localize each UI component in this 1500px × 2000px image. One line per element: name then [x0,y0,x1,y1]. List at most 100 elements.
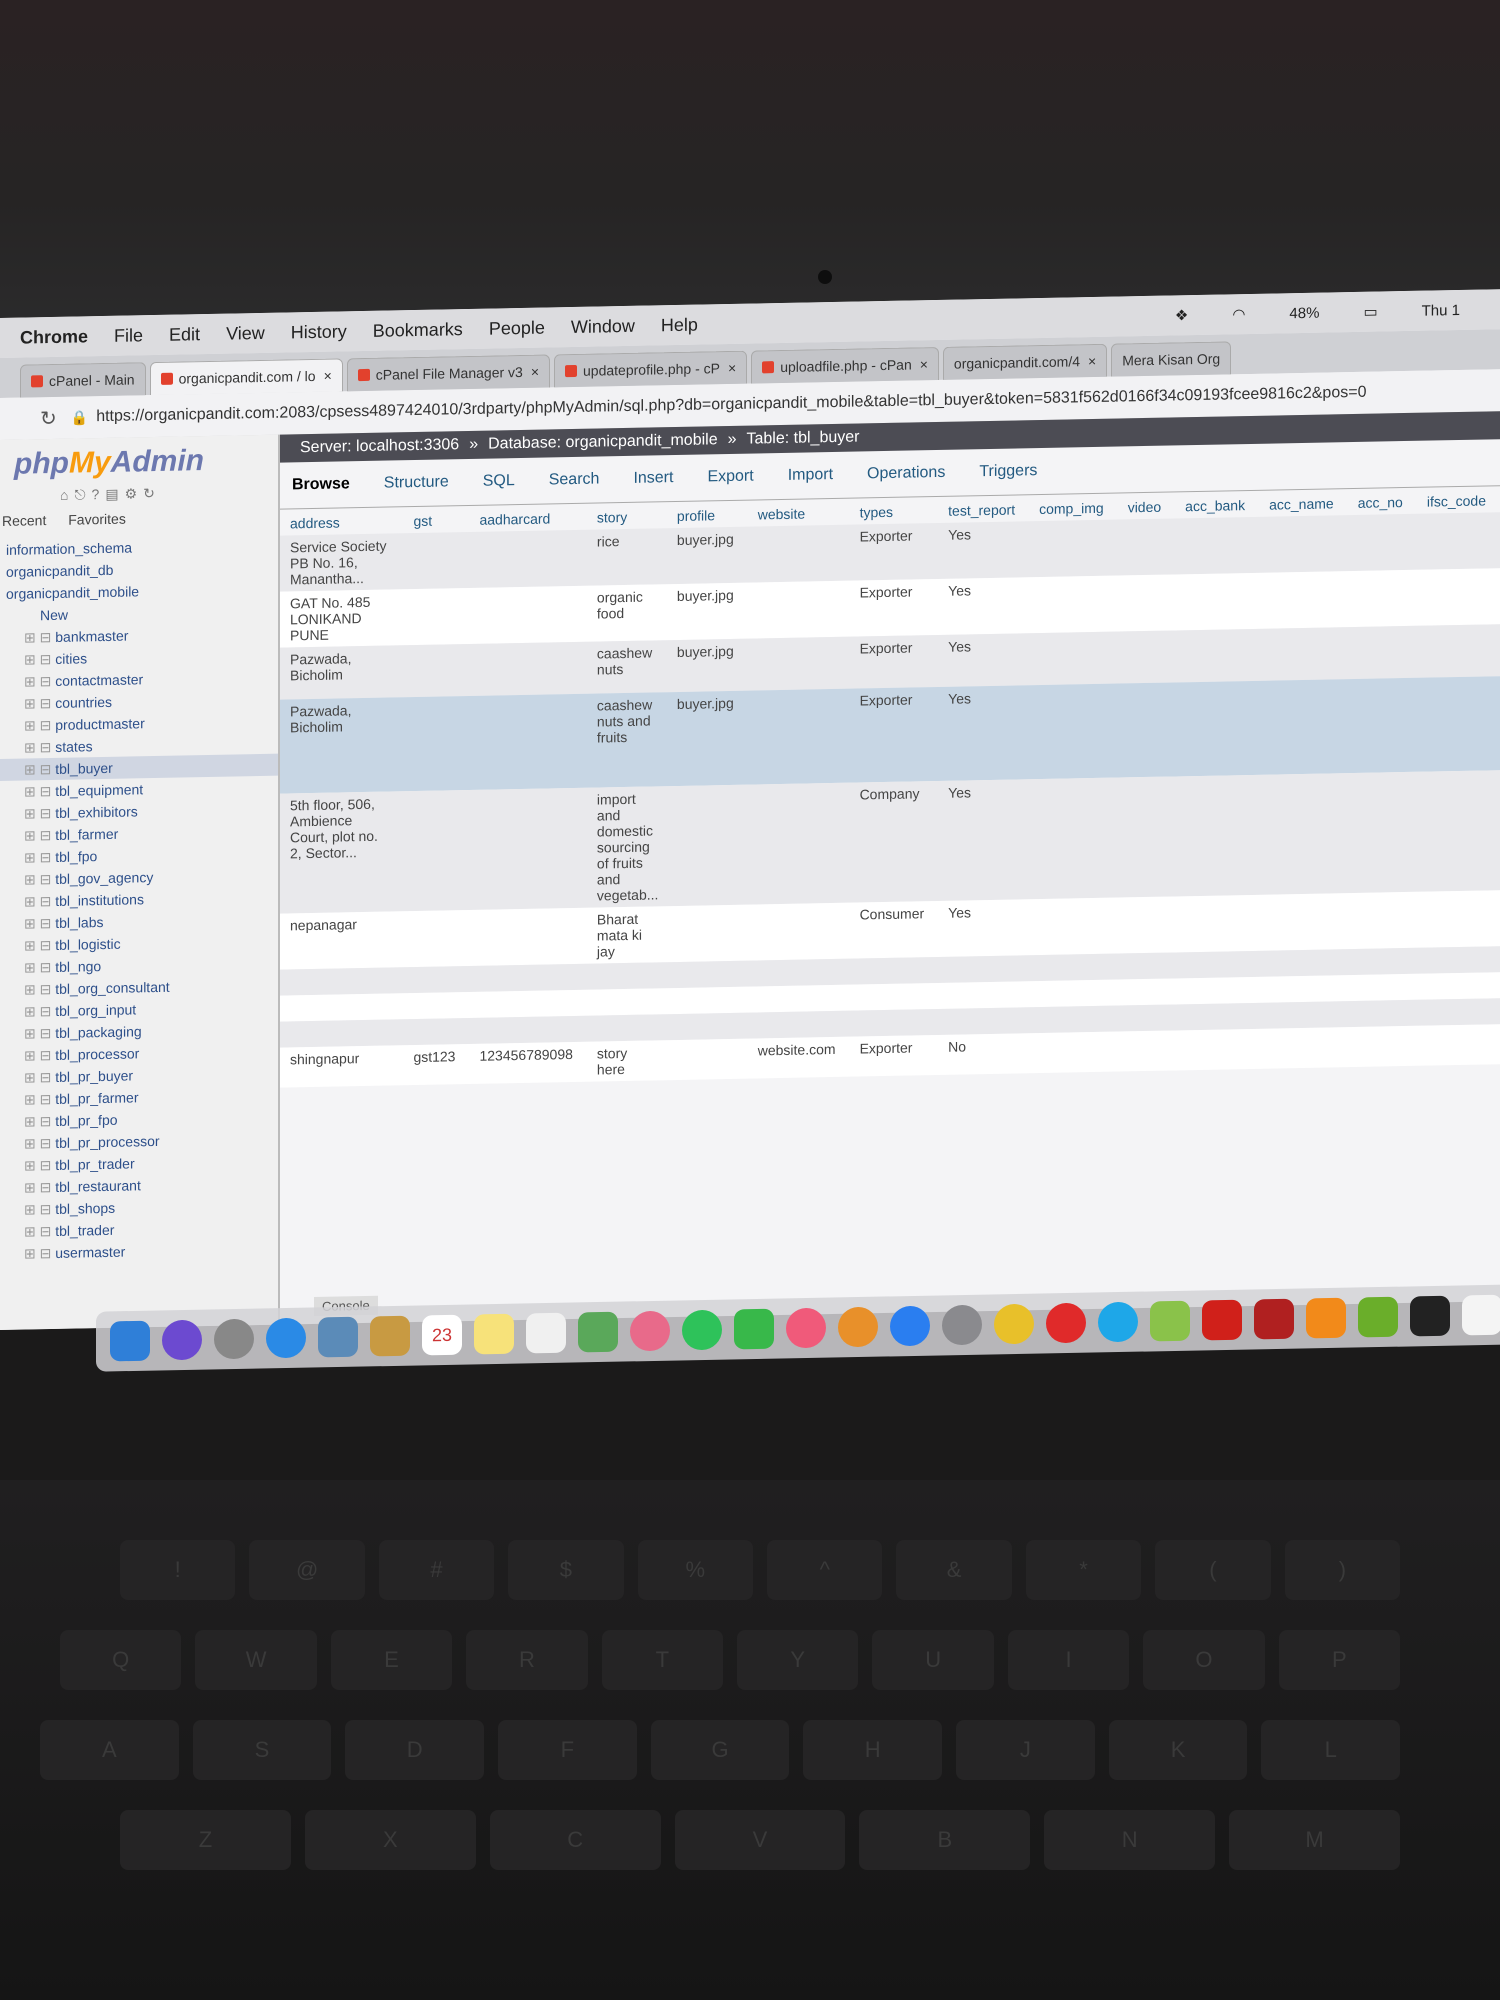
folder-icon[interactable] [370,1315,410,1357]
key[interactable]: F [498,1720,637,1780]
column-header-video[interactable]: video [1118,492,1175,519]
phpmyadmin-logo[interactable]: phpMyAdmin [0,443,278,482]
menu-window[interactable]: Window [571,315,635,337]
breadcrumb-table[interactable]: Table: tbl_buyer [747,428,860,448]
dropbox-icon[interactable]: ❖ [1175,306,1188,324]
key[interactable]: I [1007,1630,1130,1690]
reload-icon[interactable]: ↻ [40,405,57,430]
finder-icon[interactable] [110,1320,150,1362]
help-icon[interactable]: ? [92,486,100,503]
column-header-acc-no[interactable]: acc_no [1348,488,1417,515]
books-icon[interactable] [838,1306,878,1348]
close-icon[interactable]: × [324,368,332,384]
menu-chrome[interactable]: Chrome [20,326,88,348]
settings-icon[interactable]: ⚙ [125,485,138,502]
close-icon[interactable]: × [920,356,928,372]
key[interactable]: B [859,1810,1031,1870]
tab-phpmyadmin[interactable]: organicpandit.com / lo × [149,358,343,396]
key[interactable]: % [637,1540,754,1600]
key[interactable]: ! [120,1540,236,1600]
sidebar-item-usermaster[interactable]: usermaster [0,1238,278,1265]
battery-icon[interactable]: ▭ [1363,303,1377,321]
key[interactable]: & [896,1540,1012,1600]
key[interactable]: N [1044,1810,1216,1870]
close-icon[interactable]: × [1088,353,1096,369]
tab-mera-kisan[interactable]: Mera Kisan Org [1111,341,1232,377]
column-header-gst[interactable]: gst [403,506,469,533]
wifi-icon[interactable]: ◠ [1232,305,1245,323]
key[interactable]: J [956,1720,1095,1780]
battery-percent[interactable]: 48% [1289,304,1319,322]
key[interactable]: R [466,1630,588,1690]
favorites-tab[interactable]: Favorites [68,511,126,528]
breadcrumb-database[interactable]: Database: organicpandit_mobile [488,431,717,453]
column-header-website[interactable]: website [748,499,850,527]
column-header-ifsc-code[interactable]: ifsc_code [1417,486,1500,514]
column-header-test-report[interactable]: test_report [938,495,1029,523]
calendar-icon[interactable]: 23 [422,1314,462,1356]
tab-sql[interactable]: SQL [483,472,515,491]
textedit-icon[interactable] [526,1312,566,1354]
key[interactable]: H [803,1720,943,1780]
tab-export[interactable]: Export [707,468,753,487]
vlc-icon[interactable] [1306,1297,1346,1339]
tab-operations[interactable]: Operations [867,464,945,484]
key[interactable]: S [192,1720,332,1780]
utorrent-icon[interactable] [1358,1296,1398,1338]
column-header-types[interactable]: types [850,497,939,525]
tab-browse[interactable]: Browse [292,475,350,494]
tab-search[interactable]: Search [549,470,600,489]
lock-icon[interactable]: 🔒 [71,409,88,426]
key[interactable]: # [378,1540,495,1600]
safari-icon[interactable] [266,1317,306,1359]
tab-structure[interactable]: Structure [384,473,449,492]
close-icon[interactable]: × [728,360,736,376]
key[interactable]: V [674,1810,846,1870]
siri-icon[interactable] [162,1319,202,1361]
photos-icon[interactable] [630,1310,670,1352]
key[interactable]: @ [249,1540,365,1600]
launchpad-icon[interactable] [214,1318,254,1360]
menu-file[interactable]: File [114,325,143,347]
tab-cpanel-main[interactable]: cPanel - Main [20,362,146,398]
filezilla-icon[interactable] [1254,1298,1294,1340]
column-header-acc-bank[interactable]: acc_bank [1175,491,1259,519]
key[interactable]: ^ [767,1540,883,1600]
refresh-icon[interactable]: ↻ [143,485,155,502]
menu-help[interactable]: Help [661,314,698,336]
key[interactable]: ) [1284,1540,1401,1600]
menu-edit[interactable]: Edit [169,324,200,346]
key[interactable]: ( [1155,1540,1271,1600]
android-icon[interactable] [1150,1300,1190,1342]
menu-view[interactable]: View [226,322,265,344]
notes-icon[interactable] [474,1313,514,1355]
key[interactable]: G [650,1720,790,1780]
preview-icon[interactable] [318,1316,358,1358]
chrome-icon[interactable] [994,1303,1034,1345]
key[interactable]: Q [60,1630,182,1690]
settings-icon[interactable] [942,1304,982,1346]
key[interactable]: * [1025,1540,1142,1600]
clock[interactable]: Thu 1 [1422,301,1460,319]
column-header-story[interactable]: story [587,502,667,530]
music-icon[interactable] [786,1307,826,1349]
menu-bookmarks[interactable]: Bookmarks [373,319,463,342]
key[interactable]: O [1143,1630,1265,1690]
appstore-icon[interactable] [890,1305,930,1347]
key[interactable]: Z [120,1810,291,1870]
column-header-comp-img[interactable]: comp_img [1029,494,1118,522]
key[interactable]: U [872,1630,994,1690]
key[interactable]: Y [737,1630,859,1690]
tab-insert[interactable]: Insert [633,469,673,488]
key[interactable]: E [330,1630,453,1690]
key[interactable]: M [1229,1810,1401,1870]
key[interactable]: T [601,1630,724,1690]
tab-updateprofile[interactable]: updateprofile.php - cP × [554,350,748,388]
close-icon[interactable]: × [531,364,539,380]
terminal-icon[interactable] [1410,1295,1450,1337]
menu-history[interactable]: History [291,321,347,343]
docs-icon[interactable]: ▤ [105,486,118,503]
maps-icon[interactable] [578,1311,618,1353]
file-icon[interactable] [1462,1294,1500,1336]
column-header-aadharcard[interactable]: aadharcard [469,504,586,532]
